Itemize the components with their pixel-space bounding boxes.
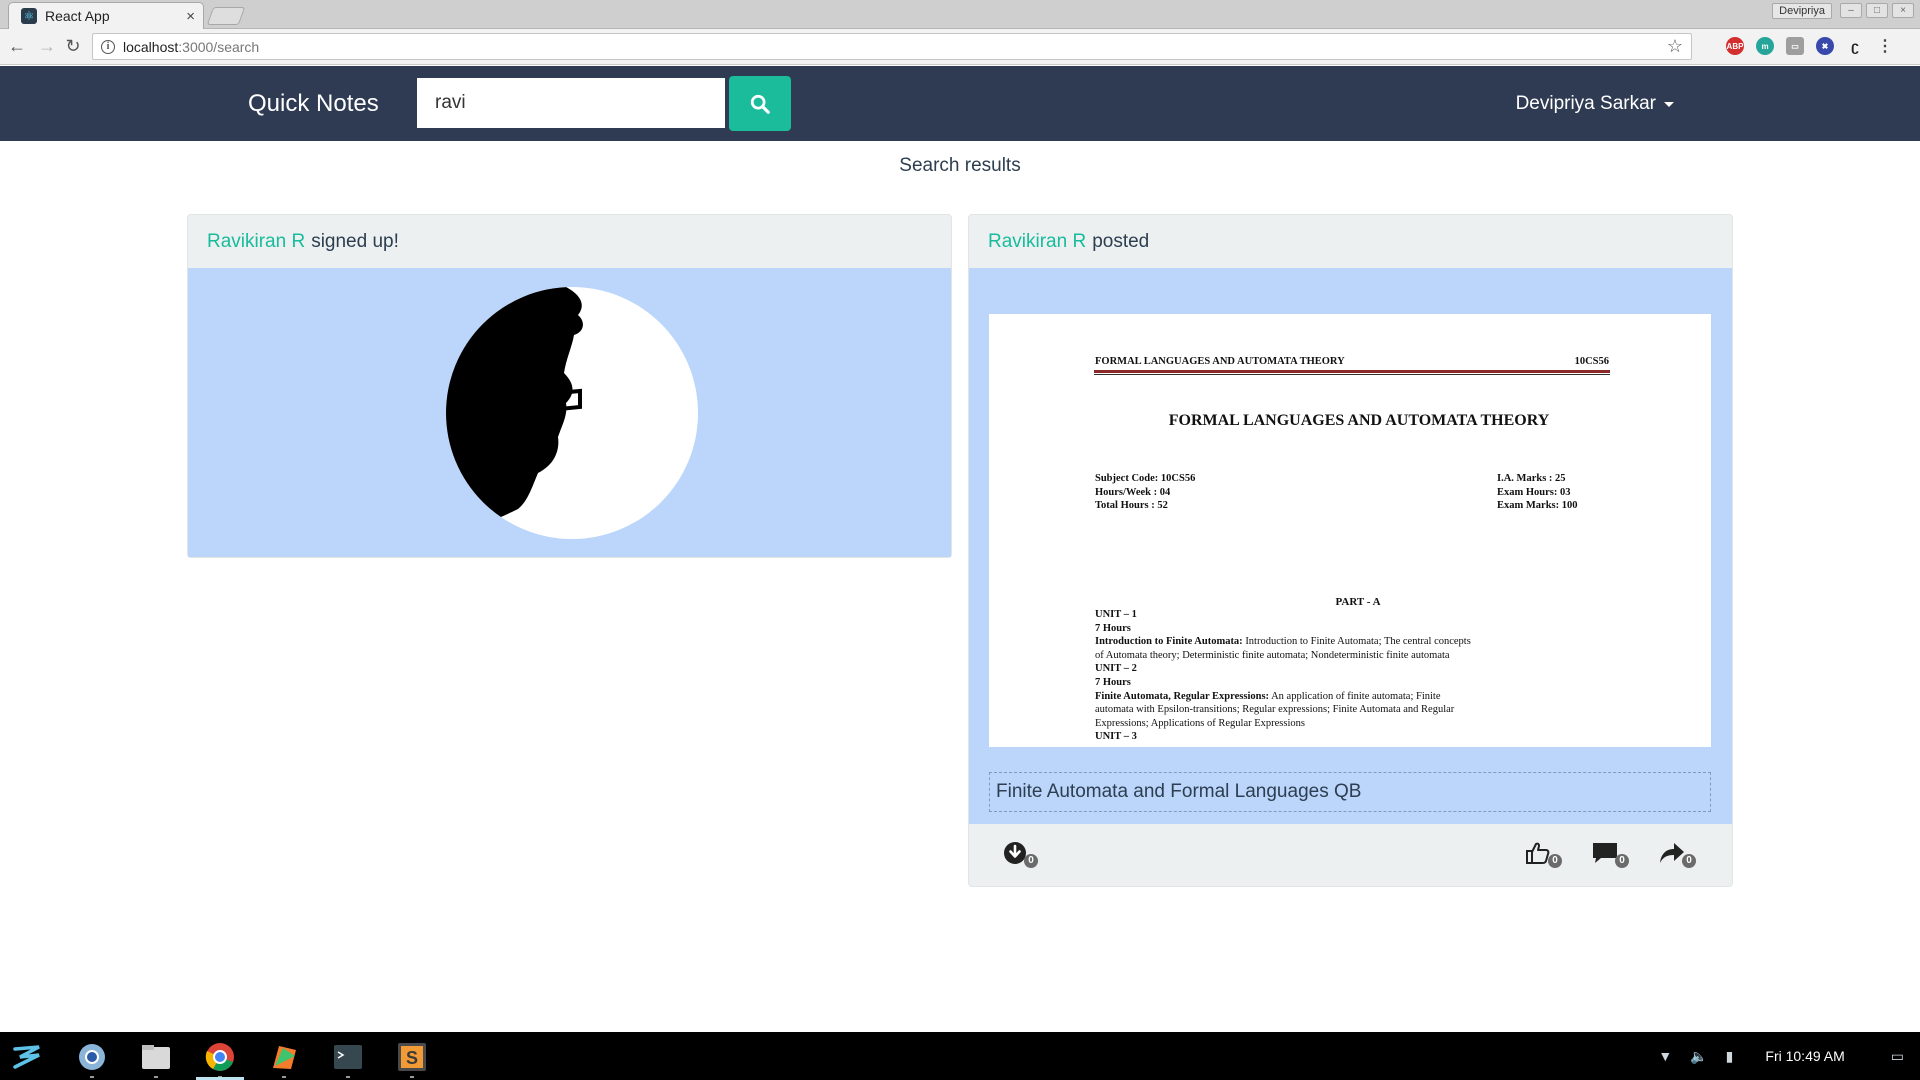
user-link[interactable]: Ravikiran R <box>988 231 1086 253</box>
window-controls: – □ × <box>1840 3 1914 18</box>
signup-card: Ravikiran R signed up! <box>187 214 952 558</box>
extension-feather-icon[interactable]: ʗ <box>1846 37 1864 55</box>
reload-icon[interactable]: ↻ <box>62 35 84 57</box>
like-button[interactable]: 0 <box>1525 841 1562 868</box>
close-tab-icon[interactable]: × <box>186 8 195 25</box>
card-header: Ravikiran R signed up! <box>188 215 951 268</box>
bookmark-star-icon[interactable]: ☆ <box>1667 36 1683 57</box>
download-button[interactable]: 0 <box>1003 841 1038 868</box>
avatar[interactable] <box>446 287 698 539</box>
doc-part-heading: PART - A <box>1335 596 1381 608</box>
comment-button[interactable]: 0 <box>1592 841 1629 868</box>
search-button[interactable] <box>729 76 791 131</box>
svg-text:S: S <box>406 1048 418 1068</box>
system-tray: ▼ 🔈 ▮ Fri 10:49 AM ▭ <box>1658 1032 1920 1080</box>
react-logo-icon: ⚛ <box>21 8 37 24</box>
chrome-icon[interactable] <box>203 1040 237 1078</box>
sublime-text-icon[interactable]: S <box>395 1040 429 1078</box>
user-link[interactable]: Ravikiran R <box>207 231 305 253</box>
doc-meta-right: I.A. Marks : 25 Exam Hours: 03 Exam Mark… <box>1497 473 1578 511</box>
forward-arrow-icon[interactable]: → <box>36 35 58 57</box>
app-navbar: Quick Notes Devipriya Sarkar <box>0 66 1920 141</box>
browser-tab-strip: ⚛ React App × Devipriya – □ × <box>0 0 1920 29</box>
battery-icon[interactable]: ▮ <box>1726 1048 1734 1065</box>
new-tab-button[interactable] <box>206 7 246 25</box>
os-taskbar: S ▼ 🔈 ▮ Fri 10:49 AM ▭ <box>0 1032 1920 1080</box>
document-preview[interactable]: FORMAL LANGUAGES AND AUTOMATA THEORY 10C… <box>989 314 1711 747</box>
doc-units-text: UNIT – 1 7 Hours Introduction to Finite … <box>1095 609 1471 743</box>
comment-count: 0 <box>1615 854 1629 868</box>
launcher-icon[interactable] <box>10 1040 44 1074</box>
back-arrow-icon[interactable]: ← <box>6 35 28 57</box>
site-info-icon[interactable]: i <box>101 39 115 54</box>
file-manager-icon[interactable] <box>139 1040 173 1078</box>
brand-logo[interactable]: Quick Notes <box>248 66 379 141</box>
card-body <box>188 268 951 557</box>
browser-toolbar: ← → ↻ i localhost:3000/search ☆ ABP m ▭ … <box>0 29 1920 65</box>
address-bar[interactable]: i localhost:3000/search ☆ <box>92 33 1692 60</box>
extension-icons: ABP m ▭ ✖ ʗ ⋮ <box>1726 37 1894 55</box>
doc-running-header: FORMAL LANGUAGES AND AUTOMATA THEORY 10C… <box>1095 356 1609 367</box>
close-window-button[interactable]: × <box>1892 3 1914 18</box>
volume-icon[interactable]: 🔈 <box>1690 1048 1707 1065</box>
card-header: Ravikiran R posted <box>969 215 1732 268</box>
extension-teal-icon[interactable]: m <box>1756 37 1774 55</box>
extension-gray-icon[interactable]: ▭ <box>1786 37 1804 55</box>
user-name: Devipriya Sarkar <box>1515 93 1656 114</box>
share-button[interactable]: 0 <box>1659 841 1696 868</box>
chromium-icon[interactable] <box>75 1040 109 1078</box>
search-icon <box>750 94 770 114</box>
download-count: 0 <box>1024 854 1038 868</box>
profile-button[interactable]: Devipriya <box>1772 3 1832 19</box>
url-text: localhost:3000/search <box>123 38 260 55</box>
tab-title: React App <box>45 8 110 24</box>
minimize-button[interactable]: – <box>1840 3 1862 18</box>
extension-blue-icon[interactable]: ✖ <box>1816 37 1834 55</box>
profile-silhouette-image <box>446 287 583 523</box>
wifi-icon[interactable]: ▼ <box>1658 1048 1672 1064</box>
card-body: FORMAL LANGUAGES AND AUTOMATA THEORY 10C… <box>969 268 1732 824</box>
results-heading: Search results <box>899 155 1021 176</box>
share-count: 0 <box>1682 854 1696 868</box>
card-action-text: signed up! <box>311 230 399 252</box>
like-count: 0 <box>1548 854 1562 868</box>
terminal-icon[interactable] <box>331 1040 365 1078</box>
card-footer: 0 0 0 0 <box>969 824 1732 888</box>
notifications-icon[interactable]: ▭ <box>1891 1048 1904 1065</box>
note-title[interactable]: Finite Automata and Formal Languages QB <box>989 772 1711 812</box>
post-card: Ravikiran R posted FORMAL LANGUAGES AND … <box>968 214 1733 887</box>
doc-title: FORMAL LANGUAGES AND AUTOMATA THEORY <box>1168 412 1550 429</box>
caret-down-icon <box>1664 102 1674 107</box>
clock[interactable]: Fri 10:49 AM <box>1765 1048 1844 1064</box>
adblock-icon[interactable]: ABP <box>1726 37 1744 55</box>
user-menu-dropdown[interactable]: Devipriya Sarkar <box>1516 66 1674 141</box>
search-input[interactable] <box>417 78 725 128</box>
doc-header-rule-thin <box>1094 374 1610 375</box>
browser-menu-icon[interactable]: ⋮ <box>1876 37 1894 55</box>
doc-header-rule <box>1094 370 1610 373</box>
browser-tab[interactable]: ⚛ React App × <box>8 2 204 29</box>
ide-icon[interactable] <box>267 1040 301 1078</box>
maximize-button[interactable]: □ <box>1866 3 1888 18</box>
card-action-text: posted <box>1092 230 1150 252</box>
doc-meta-left: Subject Code: 10CS56 Hours/Week : 04 Tot… <box>1095 473 1196 511</box>
